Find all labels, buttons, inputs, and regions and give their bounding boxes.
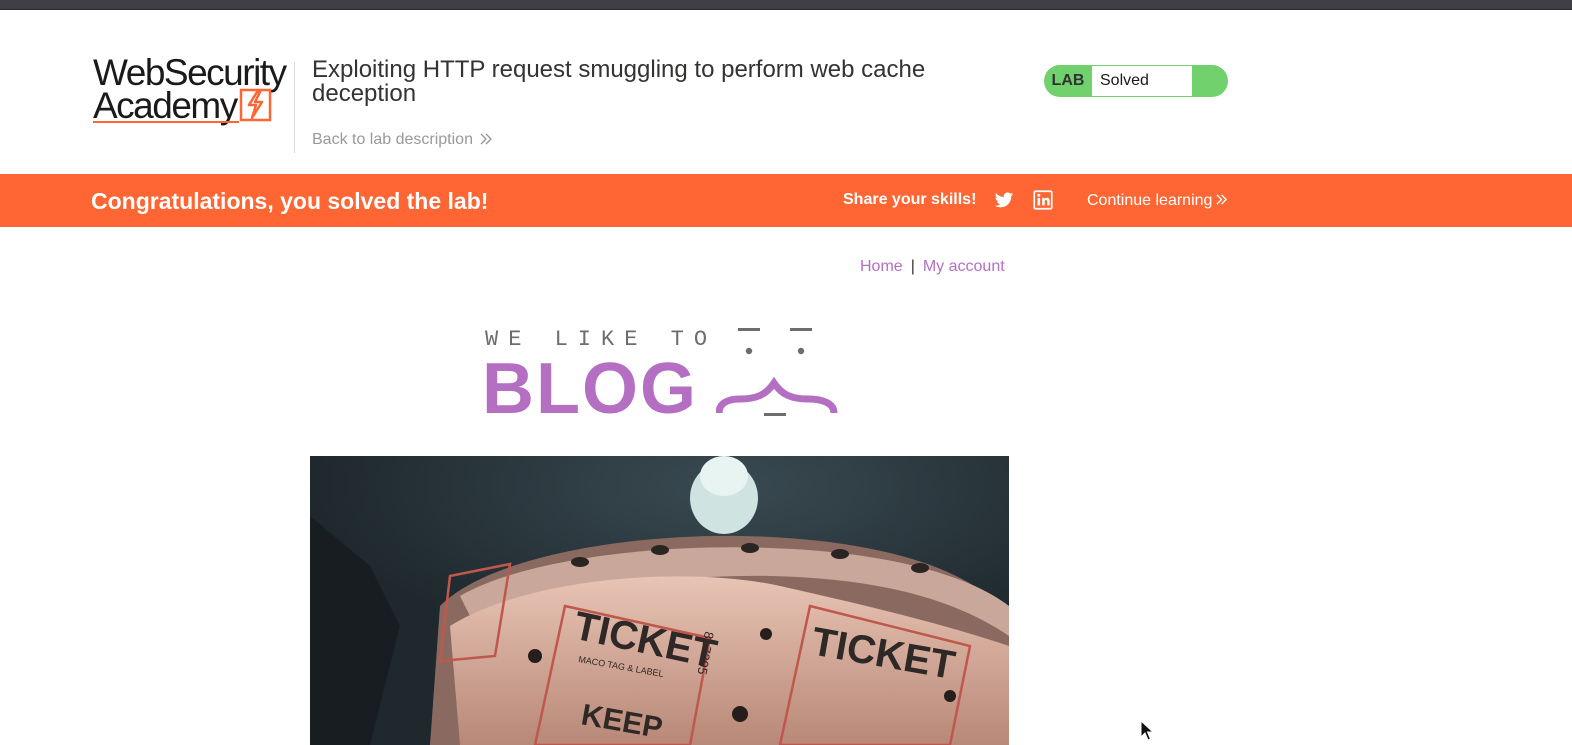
ticket-roll-image: TICKET TICKET KEEP MACO TAG & LABEL 8172… (310, 456, 1009, 745)
lab-status-widget: LAB Solved (1044, 65, 1228, 97)
congratulations-message: Congratulations, you solved the lab! (91, 188, 489, 214)
browser-top-strip (0, 0, 1572, 10)
blog-wordmark: BLOG (482, 349, 698, 429)
header-divider (294, 62, 295, 153)
blog-nav: Home | My account (860, 258, 1005, 276)
lab-status-text: Solved (1092, 66, 1192, 96)
blog-header-logo: WE LIKE TO BLOG (482, 325, 842, 425)
mouse-cursor-icon (1140, 720, 1154, 741)
share-skills-label: Share your skills! (843, 191, 977, 208)
linkedin-icon[interactable] (1033, 190, 1053, 210)
logo-underline (93, 121, 239, 123)
back-link-label: Back to lab description (312, 131, 473, 148)
double-chevron-right-icon (1216, 194, 1228, 205)
solved-notification-banner: Congratulations, you solved the lab! Sha… (0, 174, 1572, 227)
nav-home-link[interactable]: Home (860, 258, 903, 275)
blog-hero-image[interactable]: TICKET TICKET KEEP MACO TAG & LABEL 8172… (310, 456, 1009, 745)
nav-my-account-link[interactable]: My account (923, 258, 1005, 275)
continue-learning-label: Continue learning (1087, 192, 1213, 209)
logo-line2: Academy (93, 85, 238, 126)
lab-title: Exploiting HTTP request smuggling to per… (312, 56, 926, 107)
web-security-academy-logo[interactable]: WebSecurity Academy (93, 54, 293, 128)
nav-separator: | (910, 258, 915, 275)
blog-face-icon (716, 328, 838, 416)
lab-tag: LAB (1051, 72, 1085, 89)
back-to-lab-description-link[interactable]: Back to lab description (312, 131, 493, 149)
twitter-icon[interactable] (994, 190, 1014, 210)
academy-bolt-icon (239, 88, 272, 122)
continue-learning-link[interactable]: Continue learning (1087, 192, 1228, 210)
double-chevron-right-icon (480, 133, 492, 145)
academy-header: WebSecurity Academy Exploiting HTTP requ… (0, 10, 1572, 174)
